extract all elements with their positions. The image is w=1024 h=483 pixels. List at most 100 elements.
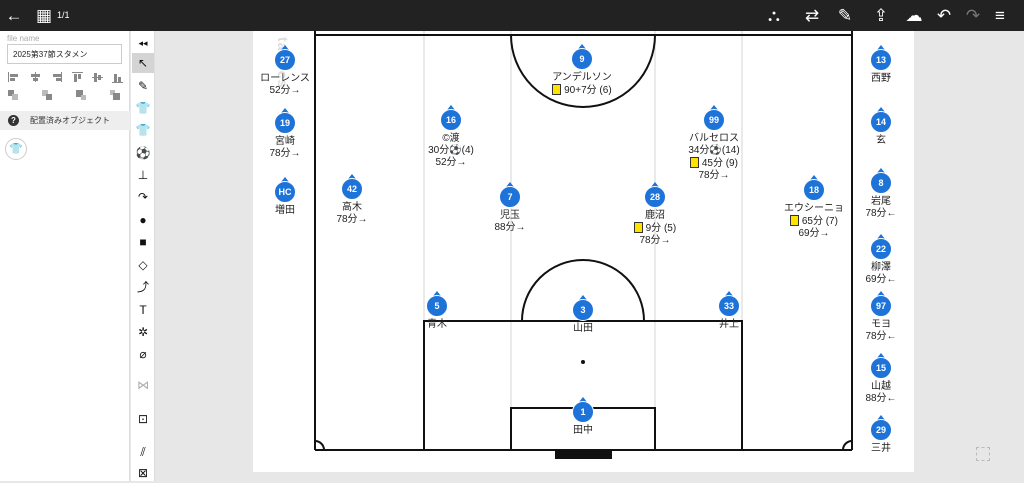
substitution-icon[interactable]: ⇄ xyxy=(801,6,823,26)
player-note: 78分→ xyxy=(269,148,301,159)
send-backward-icon[interactable] xyxy=(76,90,88,100)
player-note: 78分← xyxy=(865,331,897,342)
soccer-ball-icon[interactable]: ✲ xyxy=(132,322,154,342)
player-token[interactable]: 9 アンデルソン 90+7分 (6) xyxy=(537,44,627,97)
player-token[interactable]: 1 田中 xyxy=(538,397,628,437)
player-token[interactable]: 16 ©渡 30分⚽(4) 52分→ xyxy=(406,105,496,169)
align-bottom-icon[interactable] xyxy=(112,72,124,83)
shirt-icon[interactable]: 👕 xyxy=(132,120,154,140)
player-name: 山田 xyxy=(573,323,593,334)
player-number-badge: 8 xyxy=(870,168,892,194)
player-token[interactable]: 99 バルセロス 34分⚽(14) 45分 (9) 78分→ xyxy=(669,105,759,182)
shirt-dark-icon[interactable]: 👕 xyxy=(132,98,154,118)
cloud-upload-icon[interactable]: ☁ xyxy=(903,6,925,26)
ruler-icon[interactable]: ⌀ xyxy=(132,344,154,364)
player-note: 52分→ xyxy=(269,85,301,96)
polygon-icon[interactable]: ◇ xyxy=(132,255,154,275)
player-note: 45分 (9) xyxy=(669,157,759,170)
select-pointer-icon[interactable]: ↖ xyxy=(132,53,154,73)
player-number-badge: 29 xyxy=(870,415,892,441)
curve-arrow-icon[interactable]: ↷ xyxy=(132,187,154,207)
player-note: 78分→ xyxy=(639,235,671,246)
player-number-badge: 13 xyxy=(870,45,892,71)
player-note: 88分→ xyxy=(494,222,526,233)
align-center-h-icon[interactable] xyxy=(30,72,42,82)
yellow-card-icon xyxy=(790,215,800,226)
align-left-icon[interactable] xyxy=(8,72,20,82)
send-back-icon[interactable] xyxy=(110,90,122,100)
player-name: 柳澤 xyxy=(871,262,891,273)
toggle-off-icon[interactable]: ⊡ xyxy=(132,409,154,429)
player-number-badge: 15 xyxy=(870,353,892,379)
sub-player-token[interactable]: 13 西野 xyxy=(836,45,926,85)
align-middle-icon[interactable] xyxy=(92,72,104,82)
player-token[interactable]: 19 宮崎 78分→ xyxy=(240,108,330,160)
file-name-input[interactable] xyxy=(7,44,122,64)
sub-player-token[interactable]: 97 モヨ 78分← xyxy=(836,291,926,343)
player-number-badge: 97 xyxy=(870,291,892,317)
tactics-board-canvas[interactable]: tactics 27 ローレンス 52分→ 19 宮崎 7 xyxy=(253,31,914,472)
player-name: モヨ xyxy=(871,319,891,330)
align-right-icon[interactable] xyxy=(51,72,63,82)
player-note: 90+7分 (6) xyxy=(537,84,627,97)
help-icon[interactable]: ? xyxy=(8,115,19,126)
redo-icon[interactable]: ↷ xyxy=(962,6,984,26)
collapse-panel-icon[interactable]: ◂◂ xyxy=(132,33,154,53)
back-arrow-icon[interactable]: ← xyxy=(3,6,25,26)
player-token[interactable]: 5 青木 xyxy=(392,291,482,331)
ball-icon[interactable]: ⚽ xyxy=(132,143,154,163)
player-token[interactable]: 28 鹿沼 9分 (5) 78分→ xyxy=(610,182,700,247)
pattern-icon[interactable]: ⫽ xyxy=(132,442,154,462)
line-icon[interactable]: ⤴ xyxy=(132,277,154,297)
pen-icon[interactable]: ✎ xyxy=(132,76,154,96)
align-row-bottom xyxy=(0,90,130,104)
sub-player-token[interactable]: 14 玄 xyxy=(836,107,926,147)
formation-icon[interactable]: ⋈ xyxy=(132,375,154,395)
sub-player-token[interactable]: 8 岩尾 78分← xyxy=(836,168,926,220)
player-name: 西野 xyxy=(871,73,891,84)
edit-list-icon[interactable]: ✎ xyxy=(834,6,856,26)
export-icon[interactable]: ⇪ xyxy=(870,6,892,26)
fullscreen-icon[interactable] xyxy=(976,447,990,461)
player-number-badge: HC xyxy=(274,177,296,203)
calendar-icon[interactable]: ▦ xyxy=(33,6,55,26)
player-token[interactable]: 3 山田 xyxy=(538,295,628,335)
player-number-badge: 28 xyxy=(644,182,666,208)
bring-forward-icon[interactable] xyxy=(42,90,54,100)
yellow-card-icon xyxy=(552,84,562,95)
align-top-icon[interactable] xyxy=(72,72,84,82)
player-name: 高木 xyxy=(342,202,362,213)
circle-icon[interactable]: ● xyxy=(132,210,154,230)
shirt-object-icon[interactable]: 👕 xyxy=(5,138,27,160)
player-name: 青木 xyxy=(427,319,447,330)
player-number-badge: 9 xyxy=(571,44,593,70)
sub-player-token[interactable]: 15 山越 88分← xyxy=(836,353,926,405)
player-token[interactable]: 42 高木 78分→ xyxy=(307,174,397,226)
bring-front-icon[interactable] xyxy=(8,90,20,100)
player-name: アンデルソン xyxy=(552,72,612,83)
placed-objects-header[interactable]: ? 配置済みオブジェクト xyxy=(0,111,130,130)
text-icon[interactable]: T xyxy=(132,300,154,320)
rectangle-icon[interactable]: ■ xyxy=(132,232,154,252)
player-token[interactable]: 27 ローレンス 52分→ xyxy=(240,45,330,97)
sub-player-token[interactable]: 29 三井 xyxy=(836,415,926,455)
grid-icon[interactable]: ⊠ xyxy=(132,463,154,483)
player-number-badge: 7 xyxy=(499,182,521,208)
align-row-top xyxy=(0,72,130,86)
player-note: 9分 (5) xyxy=(610,222,700,235)
player-number-badge: 16 xyxy=(440,105,462,131)
sub-player-token[interactable]: 22 柳澤 69分← xyxy=(836,234,926,286)
player-name: 宮崎 xyxy=(275,136,295,147)
menu-icon[interactable]: ≡ xyxy=(989,6,1011,26)
player-note: 34分⚽(14) xyxy=(688,145,740,156)
cone-icon[interactable]: ⊥ xyxy=(132,165,154,185)
top-toolbar: ← ▦ 1/1 ⛬ ⇄ ✎ ⇪ ☁ ↶ ↷ ≡ xyxy=(0,0,1024,31)
player-token[interactable]: 33 井上 xyxy=(684,291,774,331)
player-name: 鹿沼 xyxy=(645,210,665,221)
player-token[interactable]: 7 児玉 88分→ xyxy=(465,182,555,234)
share-network-icon[interactable]: ⛬ xyxy=(763,6,785,26)
player-number-badge: 5 xyxy=(426,291,448,317)
player-note: 78分← xyxy=(865,208,897,219)
player-name: 井上 xyxy=(719,319,739,330)
undo-icon[interactable]: ↶ xyxy=(933,6,955,26)
